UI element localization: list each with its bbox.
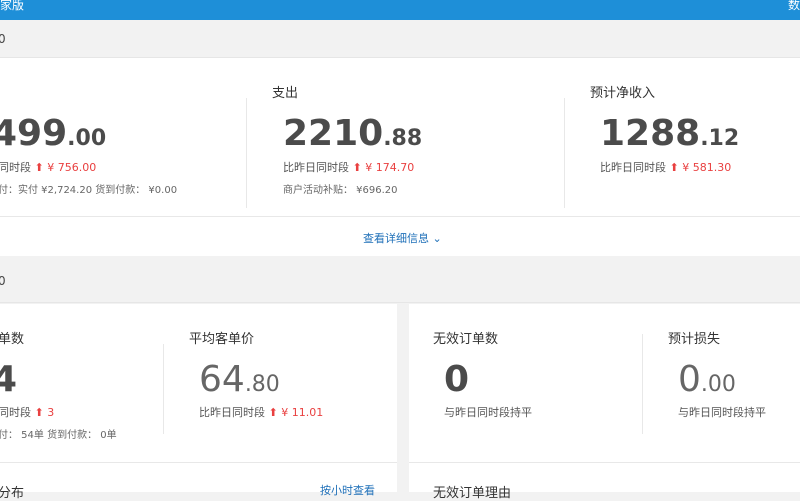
invalid-count-label: 无效订单数: [433, 332, 499, 347]
section-title: 0: [0, 274, 6, 288]
expense-label: 支出: [272, 86, 299, 101]
loss-label: 预计损失: [668, 332, 721, 347]
net-income-label: 预计净收入: [590, 86, 656, 101]
app-title: 家版: [0, 0, 25, 12]
income-total-compare: 同时段 ⬆ ¥ 756.00: [0, 161, 97, 174]
view-details-link[interactable]: 查看详细信息 ⌄: [363, 230, 442, 246]
orders-section-header: 0: [0, 258, 800, 303]
divider: [0, 462, 397, 463]
income-total-value: 499.00: [0, 113, 107, 154]
order-count-sub: 付： 54单 货到付款： 0单: [0, 430, 117, 441]
invalid-orders-card: 无效订单数 0 与昨日同时段持平 预计损失 0.00 与昨日同时段持平 无效订单…: [409, 304, 800, 501]
order-count-label: 单数: [0, 332, 25, 347]
avg-price-compare: 比昨日同时段 ⬆ ¥ 11.01: [199, 406, 324, 419]
divider: [246, 98, 247, 208]
chevron-down-icon: ⌄: [432, 232, 442, 245]
net-income-value: 1288.12: [600, 113, 740, 154]
divider: [0, 216, 800, 217]
income-section-header: 0: [0, 21, 800, 58]
expense-value: 2210.88: [283, 113, 423, 154]
expense-compare: 比昨日同时段 ⬆ ¥ 174.70: [283, 161, 415, 174]
arrow-up-icon: ⬆: [268, 406, 278, 419]
divider: [564, 98, 565, 208]
order-count-value: 4: [0, 359, 18, 400]
section-title: 0: [0, 32, 6, 46]
invalid-count-compare: 与昨日同时段持平: [444, 406, 532, 419]
avg-price-label: 平均客单价: [189, 332, 255, 347]
top-bar: 家版 数: [0, 0, 800, 20]
expense-sub: 商户活动补贴： ¥696.20: [283, 185, 398, 196]
avg-price-value: 64.80: [199, 359, 280, 400]
income-total-sub: 付：实付 ¥2,724.20 货到付款： ¥0.00: [0, 185, 178, 196]
order-count-compare: 同时段 ⬆ 3: [0, 406, 55, 419]
divider: [642, 334, 643, 434]
arrow-up-icon: ⬆: [669, 161, 679, 174]
arrow-up-icon: ⬆: [34, 161, 44, 174]
loss-compare: 与昨日同时段持平: [678, 406, 766, 419]
arrow-up-icon: ⬆: [34, 406, 44, 419]
orders-card: 单数 4 同时段 ⬆ 3 付： 54单 货到付款： 0单 平均客单价 64.80…: [0, 304, 397, 501]
income-card: 499.00 同时段 ⬆ ¥ 756.00 付：实付 ¥2,724.20 货到付…: [0, 58, 800, 256]
view-hourly-link[interactable]: 按小时查看: [320, 482, 375, 498]
divider: [409, 462, 800, 463]
arrow-up-icon: ⬆: [352, 161, 362, 174]
loss-value: 0.00: [678, 359, 736, 400]
invalid-count-value: 0: [444, 359, 470, 400]
divider: [163, 344, 164, 434]
net-income-compare: 比昨日同时段 ⬆ ¥ 581.30: [600, 161, 732, 174]
top-bar-right-text[interactable]: 数: [788, 0, 800, 11]
